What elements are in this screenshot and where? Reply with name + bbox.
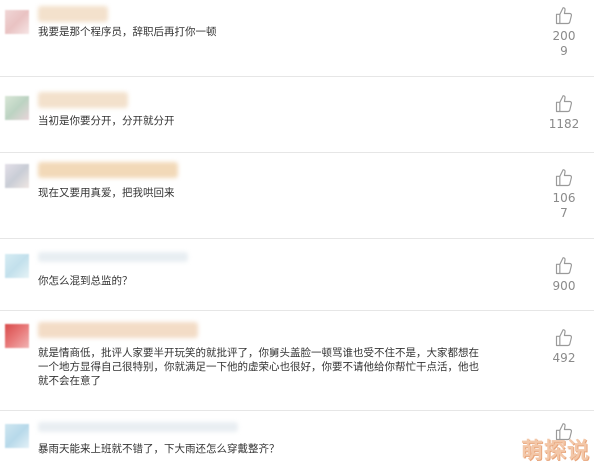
username[interactable] <box>38 252 188 262</box>
like-button[interactable]: 1182 <box>544 94 584 132</box>
thumbs-up-icon <box>555 169 573 187</box>
like-count: 1182 <box>548 117 580 131</box>
thumbs-up-icon <box>555 95 573 113</box>
username[interactable] <box>38 162 178 178</box>
username[interactable] <box>38 322 198 338</box>
comment-text: 当初是你要分开，分开就分开 <box>38 115 175 127</box>
avatar[interactable] <box>5 96 29 120</box>
like-button[interactable]: 200 9 <box>544 6 584 59</box>
avatar[interactable] <box>5 164 29 188</box>
comment-item: 我要是那个程序员，辞职后再打你一顿 200 9 <box>0 0 594 77</box>
like-button[interactable]: 106 7 <box>544 168 584 221</box>
avatar[interactable] <box>5 10 29 34</box>
avatar[interactable] <box>5 254 29 278</box>
comment-text: 你怎么混到总监的？ <box>38 275 133 287</box>
username[interactable] <box>38 422 238 432</box>
watermark: 萌探说 <box>520 439 590 464</box>
avatar[interactable] <box>5 324 29 348</box>
comment-text: 就是情商低，批评人家要半开玩笑的就批评了，你舅头盖脸一顿骂谁也受不住不是，大家都… <box>38 347 479 387</box>
username[interactable] <box>38 6 108 22</box>
comment-item: 就是情商低，批评人家要半开玩笑的就批评了，你舅头盖脸一顿骂谁也受不住不是，大家都… <box>0 310 594 411</box>
like-count: 900 <box>552 279 576 293</box>
avatar[interactable] <box>5 424 29 448</box>
thumbs-up-icon <box>555 7 573 25</box>
comment-item: 现在又要用真爱，把我哄回来 106 7 <box>0 152 594 239</box>
comment-item: 当初是你要分开，分开就分开 1182 <box>0 76 594 153</box>
thumbs-up-icon <box>555 329 573 347</box>
like-button[interactable]: 900 <box>544 256 584 294</box>
comment-item: 你怎么混到总监的？ 900 <box>0 238 594 311</box>
comment-text: 我要是那个程序员，辞职后再打你一顿 <box>38 26 217 38</box>
comment-item: 暴雨天能来上班就不错了，下大雨还怎么穿戴整齐？ <box>0 410 594 467</box>
thumbs-up-icon <box>555 257 573 275</box>
like-count: 492 <box>552 351 576 365</box>
like-count: 106 7 <box>552 191 576 220</box>
comment-text: 现在又要用真爱，把我哄回来 <box>38 187 175 199</box>
comment-text: 暴雨天能来上班就不错了，下大雨还怎么穿戴整齐？ <box>38 443 280 455</box>
like-count: 200 9 <box>552 29 576 58</box>
username[interactable] <box>38 92 128 108</box>
like-button[interactable]: 492 <box>544 328 584 366</box>
